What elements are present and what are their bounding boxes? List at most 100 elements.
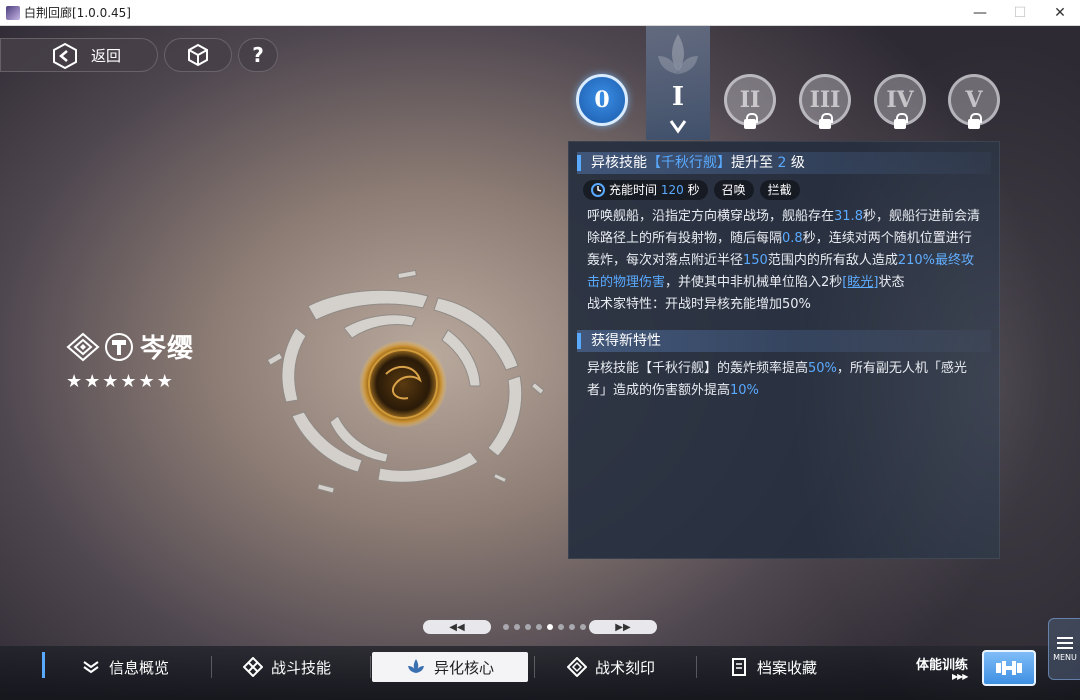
character-name: 岑缨 <box>140 334 195 364</box>
nav-divider <box>370 656 371 678</box>
chevron-down-icon <box>669 120 687 134</box>
level-tab-0[interactable]: 0 <box>576 74 628 126</box>
window-controls: — ☐ ✕ <box>960 0 1080 26</box>
alien-core-icon <box>407 659 424 673</box>
back-button[interactable]: 返回 <box>0 38 158 72</box>
nav-divider <box>534 656 535 678</box>
new-trait-heading: 获得新特性 <box>577 330 991 352</box>
fitness-training-button[interactable] <box>982 650 1036 686</box>
window-title: 白荆回廊[1.0.0.45] <box>24 6 131 20</box>
trait-value-frequency: 50% <box>808 361 837 376</box>
tag-intercept: 拦截 <box>759 180 800 200</box>
level-tab-5-numeral: V <box>965 87 983 113</box>
skill-description: 呼唤舰船，沿指定方向横穿战场，舰船存在31.8秒，舰船行进前会清除路径上的所有投… <box>569 200 999 316</box>
alien-core-artwork <box>266 269 545 494</box>
close-button[interactable]: ✕ <box>1040 0 1080 26</box>
faction-diamond-icon <box>66 332 100 361</box>
skill-level: 2 <box>777 155 787 171</box>
page-dot[interactable] <box>536 624 542 630</box>
lock-icon <box>819 113 833 129</box>
level-tab-3-numeral: III <box>809 87 841 113</box>
window-titlebar: 白荆回廊[1.0.0.45] — ☐ ✕ <box>0 0 1080 26</box>
dumbbell-icon <box>996 661 1022 675</box>
nav-tactical-imprint[interactable]: 战术刻印 <box>536 652 686 682</box>
level-tab-4[interactable]: IV <box>874 74 926 129</box>
menu-button[interactable]: MENU <box>1048 618 1080 680</box>
page-dot[interactable] <box>558 624 564 630</box>
skill-upgrade-heading: 异核技能【千秋行舰】提升至 2 级 <box>577 152 991 174</box>
page-dot[interactable] <box>547 624 553 630</box>
skill-head-suffix: 级 <box>790 155 805 171</box>
skill-tags: 充能时间 120 秒 召唤 拦截 <box>583 180 999 200</box>
level-tab-0-numeral: 0 <box>594 87 610 113</box>
prev-page-button[interactable]: ◀◀ <box>423 620 491 634</box>
desc-text-5: ，并使其中非机械单位陷入2秒 <box>665 275 843 290</box>
tag-summon: 召唤 <box>713 180 754 200</box>
clock-icon <box>591 183 605 197</box>
back-icon <box>53 42 77 70</box>
cube-icon <box>188 43 208 67</box>
app-icon <box>6 5 20 20</box>
bottom-nav: 信息概览 战斗技能 异化核心 战术刻印 档案收藏 体能训练 ▶▶▶ <box>0 646 1080 700</box>
desc-text-4: 范围内的所有敌人造成 <box>767 253 898 268</box>
class-hammer-icon <box>105 332 133 361</box>
page-dot[interactable] <box>514 624 520 630</box>
lock-icon <box>968 113 982 129</box>
page-dot[interactable] <box>525 624 531 630</box>
level-tab-1[interactable]: I <box>646 82 710 112</box>
lock-icon <box>744 113 758 129</box>
desc-text-6: 状态 <box>878 275 905 290</box>
desc-value-radius: 150 <box>743 253 768 268</box>
help-button[interactable]: ? <box>238 38 278 72</box>
archive-icon <box>731 658 746 676</box>
fitness-training-label: 体能训练 <box>916 658 969 673</box>
page-dot[interactable] <box>580 624 586 630</box>
desc-text-1: 呼唤舰船，沿指定方向横穿战场，舰船存在 <box>587 209 835 224</box>
tactical-imprint-icon <box>566 657 587 677</box>
skill-head-prefix: 异核技能 <box>591 155 647 171</box>
page-dot[interactable] <box>503 624 509 630</box>
maximize-button[interactable]: ☐ <box>1000 0 1040 26</box>
charge-label: 充能时间 <box>609 183 658 197</box>
fitness-arrows: ▶▶▶ <box>952 672 969 681</box>
tactician-trait: 战术家特性：开战时异核充能增加50% <box>587 297 811 312</box>
nav-archive[interactable]: 档案收藏 <box>698 652 848 682</box>
trait-value-damage: 10% <box>730 383 759 398</box>
nav-combat-skill-label: 战斗技能 <box>270 658 331 677</box>
nav-combat-skill[interactable]: 战斗技能 <box>212 652 362 682</box>
skill-detail-panel: 异核技能【千秋行舰】提升至 2 级 充能时间 120 秒 召唤 拦截 呼唤舰船，… <box>568 141 1000 559</box>
charge-time-chip: 充能时间 120 秒 <box>583 180 708 200</box>
skill-name: 【千秋行舰】 <box>647 155 731 171</box>
level-tab-4-numeral: IV <box>886 87 914 113</box>
nav-info-overview[interactable]: 信息概览 <box>50 652 200 682</box>
character-info: 岑缨 ★★★★★★ <box>66 328 194 392</box>
nav-tactical-imprint-label: 战术刻印 <box>594 658 655 677</box>
nav-accent-bar <box>42 652 45 678</box>
level-tab-3[interactable]: III <box>799 74 851 129</box>
nav-alien-core[interactable]: 异化核心 <box>372 652 528 682</box>
nav-info-overview-label: 信息概览 <box>108 658 169 677</box>
next-page-button[interactable]: ▶▶ <box>589 620 657 634</box>
info-overview-icon <box>83 661 99 674</box>
glare-status-link[interactable]: [眩光] <box>842 275 878 290</box>
level-tab-5[interactable]: V <box>948 74 1000 129</box>
character-stars: ★★★★★★ <box>66 371 175 392</box>
hamburger-icon <box>1057 636 1073 649</box>
charge-value: 120 <box>660 183 684 197</box>
desc-value-interval: 0.8 <box>782 231 803 246</box>
minimize-button[interactable]: — <box>960 0 1000 26</box>
level-tab-2[interactable]: II <box>724 74 776 129</box>
back-label: 返回 <box>91 46 122 65</box>
game-viewport: 返回 ? I 0 II III IV V 异核技能【千秋行舰】提升至 2 级 充… <box>0 26 1080 700</box>
charge-unit: 秒 <box>687 183 700 197</box>
combat-skill-icon <box>242 657 263 677</box>
menu-label: MENU <box>1053 652 1077 662</box>
core-view-button[interactable] <box>164 38 232 72</box>
skill-head-mid: 提升至 <box>731 155 773 171</box>
nav-divider <box>696 656 697 678</box>
desc-value-duration: 31.8 <box>834 209 863 224</box>
nav-alien-core-label: 异化核心 <box>433 658 494 677</box>
page-dot[interactable] <box>569 624 575 630</box>
new-trait-description: 异核技能【千秋行舰】的轰炸频率提高50%，所有副无人机「感光者」造成的伤害额外提… <box>569 352 999 402</box>
level-tab-2-numeral: II <box>739 87 761 113</box>
